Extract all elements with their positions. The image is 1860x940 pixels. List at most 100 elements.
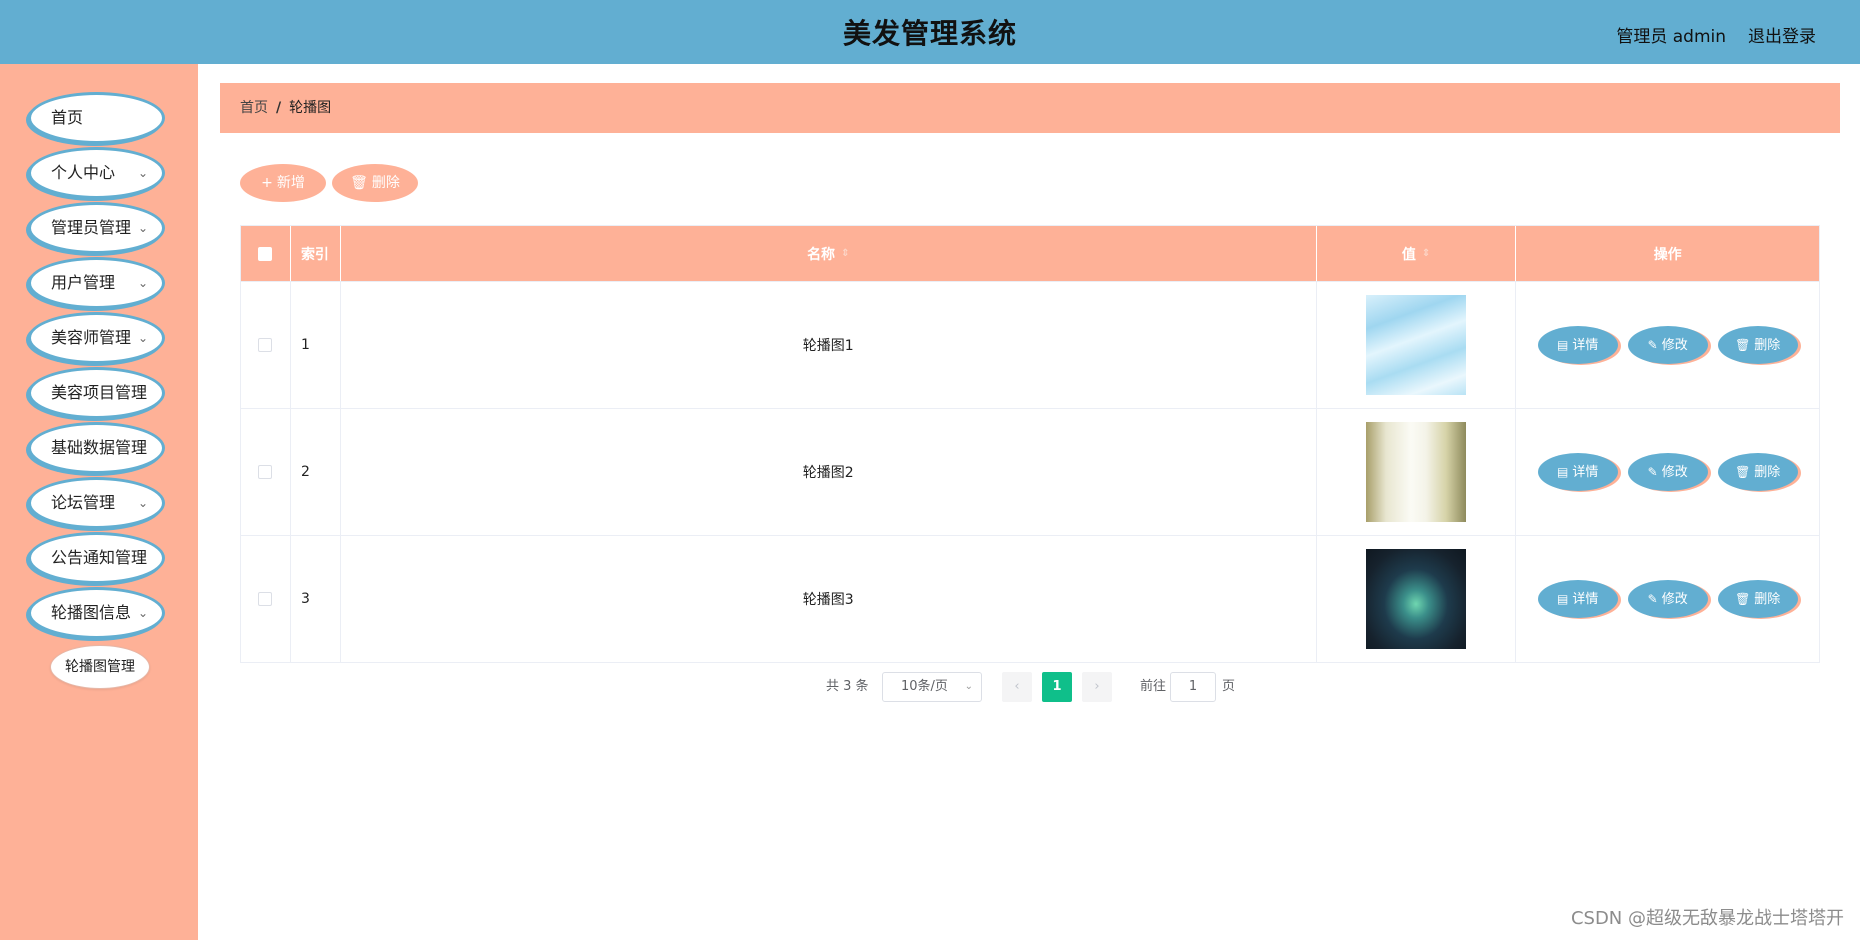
delete-button[interactable]: 🗑 删除: [1717, 326, 1798, 364]
watermark: CSDN @超级无敌暴龙战士塔塔开: [1570, 908, 1844, 929]
detail-button[interactable]: ▤ 详情: [1537, 580, 1618, 618]
row-checkbox[interactable]: [258, 338, 273, 352]
column-header-ops: 操作: [1653, 246, 1682, 263]
row-name: 轮播图2: [341, 409, 1317, 535]
table-header: 索引 名称 ⇕ 值 ⇕ 操作: [241, 226, 1819, 281]
row-select-cell: [241, 536, 291, 662]
detail-button[interactable]: ▤ 详情: [1537, 326, 1618, 364]
sidebar-item-personal-center[interactable]: 个人中心 ⌄: [28, 147, 165, 199]
sidebar-item-user-management[interactable]: 用户管理 ⌄: [28, 257, 165, 309]
delete-button[interactable]: 🗑 删除: [1717, 453, 1798, 491]
edit-icon: ✎: [1647, 338, 1658, 352]
breadcrumb-home[interactable]: 首页: [240, 100, 268, 116]
delete-button[interactable]: 🗑 删除: [1717, 580, 1798, 618]
trash-icon: 🗑: [350, 175, 368, 191]
breadcrumb: 首页 / 轮播图: [220, 83, 1840, 133]
table-row: 2 轮播图2 ▤ 详情 ✎ 修改 🗑 删除: [241, 408, 1819, 535]
sidebar-item-label: 论坛管理: [51, 493, 116, 512]
sidebar-item-forum-management[interactable]: 论坛管理 ⌄: [28, 477, 165, 529]
row-select-cell: [241, 409, 291, 535]
sidebar-item-beautician-management[interactable]: 美容师管理 ⌄: [28, 312, 165, 364]
edit-icon: ✎: [1647, 592, 1658, 606]
chevron-down-icon: ⌄: [137, 496, 148, 510]
edit-button[interactable]: ✎ 修改: [1627, 580, 1708, 618]
carousel-thumbnail[interactable]: [1366, 549, 1467, 649]
sidebar-item-label: 公告通知管理: [51, 548, 148, 567]
logout-link[interactable]: 退出登录: [1748, 22, 1816, 47]
batch-delete-button-label: 删除: [371, 175, 400, 191]
chevron-left-icon: ‹: [1014, 679, 1020, 694]
breadcrumb-separator: /: [276, 100, 282, 116]
column-header-index: 索引: [291, 226, 341, 281]
row-actions: ▤ 详情 ✎ 修改 🗑 删除: [1516, 536, 1819, 662]
chevron-right-icon: ›: [1094, 679, 1100, 694]
prev-page-button[interactable]: ‹: [1002, 672, 1032, 702]
sidebar-item-label: 美容师管理: [51, 328, 132, 347]
sidebar-item-notice-management[interactable]: 公告通知管理: [28, 532, 165, 584]
sidebar-item-label: 首页: [51, 108, 84, 127]
chevron-down-icon: ⌄: [137, 606, 148, 620]
document-icon: ▤: [1557, 338, 1569, 352]
edit-button[interactable]: ✎ 修改: [1627, 453, 1708, 491]
row-value-cell: [1317, 536, 1517, 662]
chevron-down-icon: ⌄: [137, 276, 148, 290]
column-header-name[interactable]: 名称 ⇕: [341, 226, 1317, 281]
sidebar-subitem-carousel-management[interactable]: 轮播图管理: [50, 645, 150, 689]
select-all-checkbox[interactable]: [258, 246, 273, 261]
page-number-current[interactable]: 1: [1042, 672, 1072, 702]
trash-icon: 🗑: [1735, 338, 1751, 352]
detail-button-label: 详情: [1572, 465, 1599, 480]
sidebar-item-label: 个人中心: [51, 163, 116, 182]
plus-icon: +: [261, 175, 273, 191]
row-value-cell: [1317, 282, 1517, 408]
add-button-label: 新增: [276, 175, 305, 191]
sort-icon: ⇕: [1421, 248, 1431, 259]
delete-button-label: 删除: [1754, 592, 1781, 607]
row-select-cell: [241, 282, 291, 408]
goto-page-input[interactable]: 1: [1170, 672, 1216, 702]
sidebar-item-label: 美容项目管理: [51, 383, 148, 402]
breadcrumb-current: 轮播图: [289, 100, 332, 116]
sidebar-item-label: 基础数据管理: [51, 438, 148, 457]
trash-icon: 🗑: [1735, 592, 1751, 606]
sidebar-item-carousel-info[interactable]: 轮播图信息 ⌄: [28, 587, 165, 639]
row-name: 轮播图3: [341, 536, 1317, 662]
sidebar-item-label: 管理员管理: [51, 218, 132, 237]
row-checkbox[interactable]: [258, 592, 273, 606]
edit-button[interactable]: ✎ 修改: [1627, 326, 1708, 364]
trash-icon: 🗑: [1735, 465, 1751, 479]
row-value-cell: [1317, 409, 1517, 535]
detail-button[interactable]: ▤ 详情: [1537, 453, 1618, 491]
sidebar-item-label: 用户管理: [51, 273, 116, 292]
document-icon: ▤: [1557, 592, 1569, 606]
document-icon: ▤: [1557, 465, 1569, 479]
carousel-table: 索引 名称 ⇕ 值 ⇕ 操作 1 轮播图1 ▤ 详情 ✎ 修改 🗑 删除 2 轮播图2 ▤…: [240, 225, 1820, 663]
column-header-value[interactable]: 值 ⇕: [1317, 226, 1517, 281]
carousel-thumbnail[interactable]: [1366, 422, 1467, 522]
top-header: 美发管理系统 管理员 admin 退出登录: [0, 0, 1860, 64]
sidebar-item-base-data-management[interactable]: 基础数据管理: [28, 422, 165, 474]
sidebar-item-home[interactable]: 首页: [28, 92, 165, 144]
goto-unit-label: 页: [1222, 679, 1236, 694]
edit-button-label: 修改: [1661, 338, 1688, 353]
add-button[interactable]: + 新增: [240, 164, 326, 202]
carousel-thumbnail[interactable]: [1366, 295, 1467, 395]
select-all-cell: [241, 226, 291, 281]
chevron-down-icon: ⌄: [137, 221, 148, 235]
sidebar-item-beauty-project-management[interactable]: 美容项目管理: [28, 367, 165, 419]
next-page-button[interactable]: ›: [1082, 672, 1112, 702]
column-header-value-label: 值: [1401, 246, 1416, 263]
row-actions: ▤ 详情 ✎ 修改 🗑 删除: [1516, 409, 1819, 535]
edit-button-label: 修改: [1661, 592, 1688, 607]
page-size-select[interactable]: 10条/页 ⌄: [882, 672, 982, 702]
chevron-down-icon: ⌄: [137, 331, 148, 345]
app-title: 美发管理系统: [842, 17, 1017, 50]
pagination-total: 共 3 条: [826, 679, 869, 694]
sidebar-item-admin-management[interactable]: 管理员管理 ⌄: [28, 202, 165, 254]
row-checkbox[interactable]: [258, 465, 273, 479]
delete-button-label: 删除: [1754, 465, 1781, 480]
batch-delete-button[interactable]: 🗑 删除: [332, 164, 418, 202]
goto-label: 前往: [1140, 679, 1167, 694]
sidebar-item-label: 轮播图信息: [51, 603, 132, 622]
row-actions: ▤ 详情 ✎ 修改 🗑 删除: [1516, 282, 1819, 408]
